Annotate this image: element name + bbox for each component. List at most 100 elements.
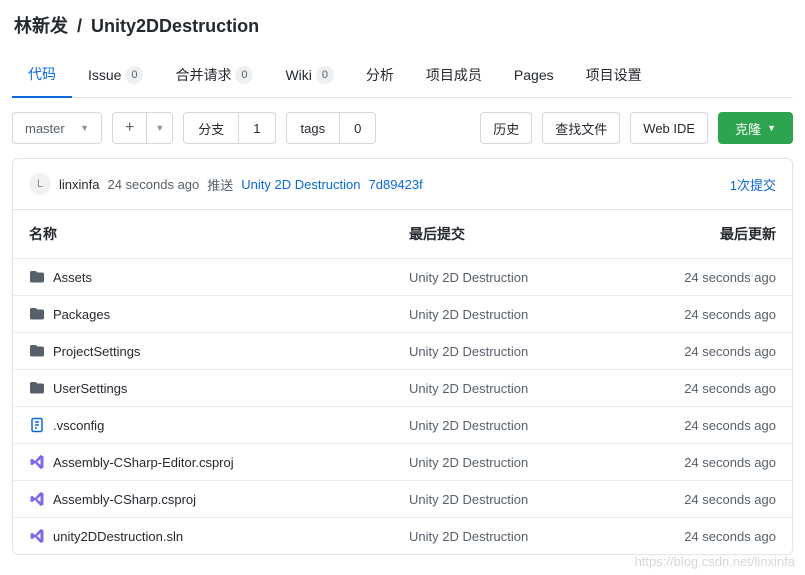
find-file-button[interactable]: 查找文件: [542, 112, 620, 144]
file-time: 24 seconds ago: [636, 492, 776, 507]
tab-label: Wiki: [285, 67, 311, 83]
commit-count-link[interactable]: 1次提交: [730, 175, 776, 194]
file-commit[interactable]: Unity 2D Destruction: [409, 529, 636, 544]
file-name-cell[interactable]: ProjectSettings: [29, 343, 409, 359]
tags-label: tags: [287, 113, 340, 143]
vs-icon: [29, 491, 45, 507]
file-time: 24 seconds ago: [636, 529, 776, 544]
vs-icon: [29, 528, 45, 544]
col-updated: 最后更新: [636, 224, 776, 244]
tags-count: 0: [339, 113, 375, 143]
history-button[interactable]: 历史: [480, 112, 532, 144]
commit-action: 推送: [207, 175, 233, 194]
folder-icon: [29, 269, 45, 285]
branch-name: master: [25, 121, 65, 136]
table-row: PackagesUnity 2D Destruction24 seconds a…: [13, 295, 792, 332]
tab-6[interactable]: Pages: [498, 54, 570, 97]
tab-4[interactable]: 分析: [350, 54, 410, 97]
commit-user[interactable]: linxinfa: [59, 177, 99, 192]
file-name: ProjectSettings: [53, 344, 140, 359]
file-name: Assets: [53, 270, 92, 285]
file-name-cell[interactable]: Assembly-CSharp.csproj: [29, 491, 409, 507]
file-commit[interactable]: Unity 2D Destruction: [409, 418, 636, 433]
add-button[interactable]: +: [112, 112, 146, 144]
file-name-cell[interactable]: Assembly-CSharp-Editor.csproj: [29, 454, 409, 470]
tab-badge: 0: [125, 66, 143, 84]
repo-tabs: 代码Issue0合并请求0Wiki0分析项目成员Pages项目设置: [12, 54, 793, 98]
folder-icon: [29, 380, 45, 396]
tab-0[interactable]: 代码: [12, 54, 72, 98]
file-time: 24 seconds ago: [636, 418, 776, 433]
file-name-cell[interactable]: Packages: [29, 306, 409, 322]
file-name: Packages: [53, 307, 110, 322]
file-commit[interactable]: Unity 2D Destruction: [409, 307, 636, 322]
tab-label: Issue: [88, 67, 121, 83]
repo-owner[interactable]: 林新发: [14, 16, 68, 36]
file-name-cell[interactable]: .vsconfig: [29, 417, 409, 433]
tab-5[interactable]: 项目成员: [410, 54, 498, 97]
file-name: UserSettings: [53, 381, 127, 396]
file-name-cell[interactable]: UserSettings: [29, 380, 409, 396]
table-row: .vsconfig Unity 2D Destruction24 seconds …: [13, 406, 792, 443]
branch-select[interactable]: master ▼: [12, 112, 102, 144]
avatar[interactable]: L: [29, 173, 51, 195]
branches-count: 1: [238, 113, 274, 143]
file-panel: L linxinfa 24 seconds ago 推送 Unity 2D De…: [12, 158, 793, 555]
commit-message[interactable]: Unity 2D Destruction: [241, 177, 360, 192]
col-commit: 最后提交: [409, 224, 636, 244]
tab-7[interactable]: 项目设置: [570, 54, 658, 97]
table-row: Assembly-CSharp-Editor.csproj Unity 2D De…: [13, 443, 792, 480]
tab-label: 分析: [366, 65, 394, 85]
vs-icon: [29, 454, 45, 470]
chevron-down-icon: ▼: [80, 123, 89, 133]
table-row: Assets Unity 2D Destruction24 seconds ago: [13, 258, 792, 295]
chevron-down-icon: ▼: [155, 123, 164, 133]
chevron-down-icon: ▼: [767, 123, 776, 133]
tags-counter[interactable]: tags 0: [286, 112, 377, 144]
web-ide-button[interactable]: Web IDE: [630, 112, 708, 144]
file-time: 24 seconds ago: [636, 344, 776, 359]
file-commit[interactable]: Unity 2D Destruction: [409, 344, 636, 359]
tab-3[interactable]: Wiki 0: [269, 54, 349, 97]
tab-2[interactable]: 合并请求0: [159, 54, 269, 97]
file-time: 24 seconds ago: [636, 455, 776, 470]
tab-badge: 0: [235, 66, 253, 84]
file-time: 24 seconds ago: [636, 381, 776, 396]
table-row: unity2DDestruction.sln Unity 2D Destructi…: [13, 517, 792, 554]
table-row: UserSettings Unity 2D Destruction24 secon…: [13, 369, 792, 406]
file-name-cell[interactable]: Assets: [29, 269, 409, 285]
watermark: https://blog.csdn.net/linxinfa: [635, 554, 795, 569]
branches-counter[interactable]: 分支 1: [183, 112, 275, 144]
tab-badge: 0: [316, 66, 334, 84]
last-commit-row: L linxinfa 24 seconds ago 推送 Unity 2D De…: [13, 159, 792, 209]
file-name: .vsconfig: [53, 418, 104, 433]
tab-label: Pages: [514, 67, 554, 83]
table-row: Assembly-CSharp.csproj Unity 2D Destructi…: [13, 480, 792, 517]
folder-icon: [29, 343, 45, 359]
file-name: unity2DDestruction.sln: [53, 529, 183, 544]
breadcrumb-sep: /: [77, 16, 82, 36]
tab-label: 项目成员: [426, 65, 482, 85]
folder-icon: [29, 306, 45, 322]
file-name: Assembly-CSharp-Editor.csproj: [53, 455, 234, 470]
table-row: ProjectSettings Unity 2D Destruction24 se…: [13, 332, 792, 369]
file-commit[interactable]: Unity 2D Destruction: [409, 270, 636, 285]
repo-toolbar: master ▼ + ▼ 分支 1 tags 0 历史 查找文件 Web IDE…: [12, 112, 793, 144]
clone-button[interactable]: 克隆 ▼: [718, 112, 793, 144]
file-commit[interactable]: Unity 2D Destruction: [409, 381, 636, 396]
repo-name[interactable]: Unity2DDestruction: [91, 16, 259, 36]
commit-sha[interactable]: 7d89423f: [369, 177, 423, 192]
add-dropdown[interactable]: ▼: [146, 112, 173, 144]
tab-1[interactable]: Issue0: [72, 54, 159, 97]
file-icon: [29, 417, 45, 433]
file-commit[interactable]: Unity 2D Destruction: [409, 455, 636, 470]
file-name-cell[interactable]: unity2DDestruction.sln: [29, 528, 409, 544]
commit-time: 24 seconds ago: [107, 177, 199, 192]
col-name: 名称: [29, 224, 409, 244]
repo-breadcrumb: 林新发 / Unity2DDestruction: [12, 12, 793, 38]
file-commit[interactable]: Unity 2D Destruction: [409, 492, 636, 507]
file-name: Assembly-CSharp.csproj: [53, 492, 196, 507]
file-time: 24 seconds ago: [636, 270, 776, 285]
tab-label: 合并请求: [175, 65, 231, 85]
add-button-group: + ▼: [112, 112, 173, 144]
